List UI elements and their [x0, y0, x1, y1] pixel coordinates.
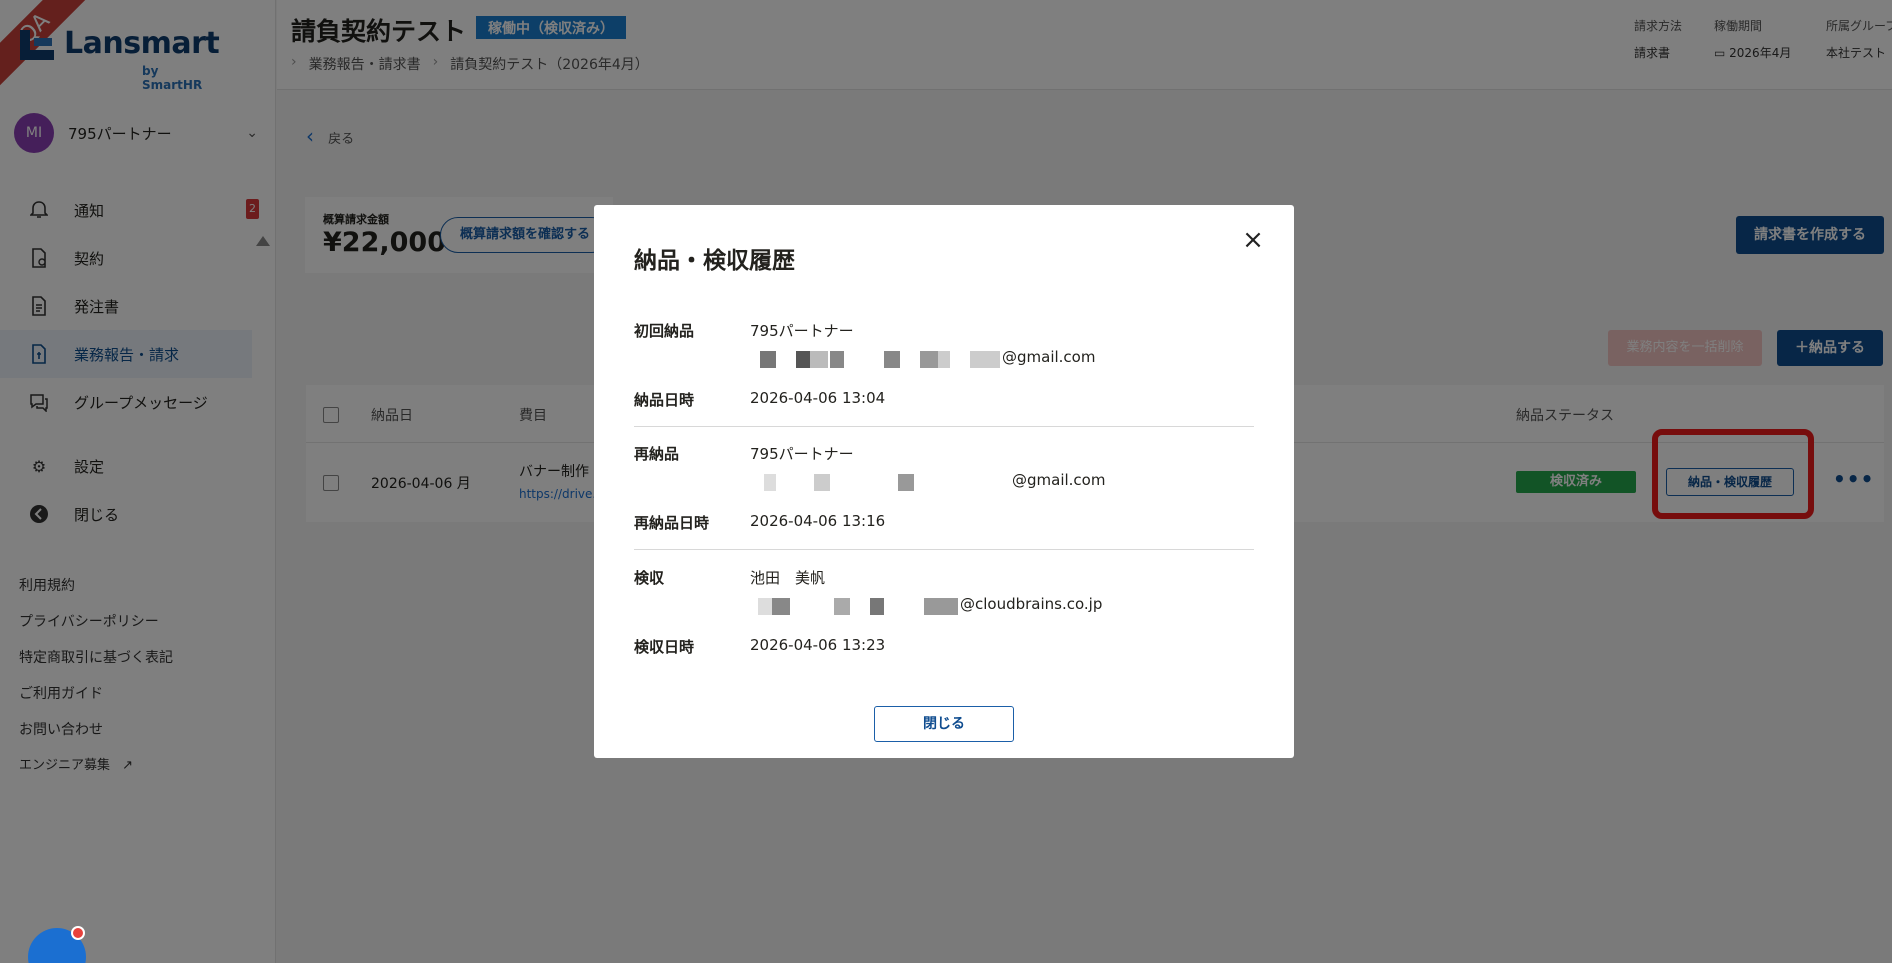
first-delivery-date-row: 納品日時 2026-04-06 13:04 [634, 389, 1254, 413]
email-suffix: @cloudbrains.co.jp [960, 595, 1103, 613]
redaction-block [884, 351, 900, 368]
deliverer-name: 795パートナー [750, 322, 854, 340]
modal-title: 納品・検収履歴 [634, 248, 795, 274]
redaction-block [870, 598, 884, 615]
divider [634, 549, 1254, 550]
date-value: 2026-04-06 13:23 [750, 636, 886, 654]
redaction-block [810, 351, 828, 368]
redaction-block [772, 598, 790, 615]
section-label: 初回納品 [634, 322, 695, 340]
section-label: 検収 [634, 569, 665, 587]
redaction-block [920, 351, 938, 368]
delivery-history-modal: 納品・検収履歴 × 初回納品 795パートナー @gmail.com 納品日時 … [594, 205, 1294, 758]
divider [634, 426, 1254, 427]
redelivery-section: 再納品 795パートナー @gmail.com [634, 443, 1254, 503]
close-icon[interactable]: × [1238, 225, 1268, 255]
date-value: 2026-04-06 13:04 [750, 389, 886, 407]
inspection-section: 検収 池田 美帆 @cloudbrains.co.jp [634, 567, 1254, 627]
redaction-block [898, 474, 914, 491]
email-suffix: @gmail.com [1012, 471, 1106, 489]
email-suffix: @gmail.com [1002, 348, 1096, 366]
redaction-block [970, 351, 1000, 368]
deliverer-name: 795パートナー [750, 445, 854, 463]
close-button[interactable]: 閉じる [874, 706, 1014, 742]
inspector-name: 池田 美帆 [750, 569, 826, 587]
redaction-block [796, 351, 810, 368]
inspection-date-row: 検収日時 2026-04-06 13:23 [634, 636, 1254, 660]
redaction-block [830, 351, 844, 368]
date-label: 検収日時 [634, 638, 695, 656]
section-label: 再納品 [634, 445, 680, 463]
email-redacted: @gmail.com [750, 471, 1110, 491]
chat-unread-dot [71, 926, 85, 940]
date-value: 2026-04-06 13:16 [750, 512, 886, 530]
redaction-block [764, 474, 776, 491]
date-label: 再納品日時 [634, 514, 710, 532]
email-redacted: @gmail.com [750, 348, 1110, 368]
redaction-block [814, 474, 830, 491]
date-label: 納品日時 [634, 391, 695, 409]
redaction-block [760, 351, 776, 368]
redaction-block [834, 598, 850, 615]
redaction-block [924, 598, 958, 615]
redaction-block [758, 598, 772, 615]
email-redacted: @cloudbrains.co.jp [750, 595, 1110, 615]
redaction-block [938, 351, 950, 368]
redelivery-date-row: 再納品日時 2026-04-06 13:16 [634, 512, 1254, 536]
first-delivery-section: 初回納品 795パートナー @gmail.com [634, 320, 1254, 380]
